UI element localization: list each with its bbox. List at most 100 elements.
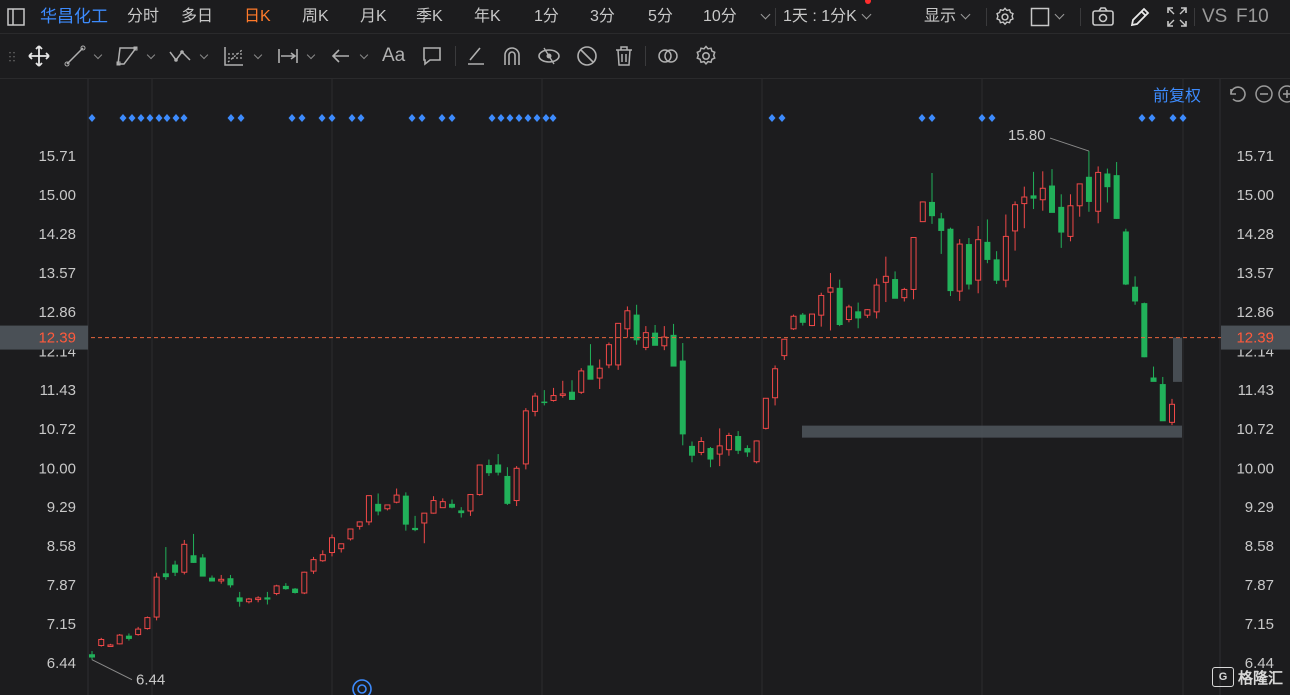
candle-body[interactable] — [550, 395, 557, 401]
candle-body[interactable] — [245, 598, 252, 603]
candle-body[interactable] — [338, 543, 345, 550]
undo-icon[interactable] — [1226, 84, 1246, 104]
candle-body[interactable] — [476, 464, 483, 496]
candle-body[interactable] — [615, 322, 622, 366]
candle-body[interactable] — [412, 527, 419, 531]
kline-chart-area[interactable]: 15.71 15.71 15.00 15.00 14.28 14.28 13.57 13.57… — [0, 79, 1290, 695]
drag-handle-icon[interactable] — [6, 50, 18, 74]
event-marker-icon[interactable] — [988, 114, 996, 122]
candle-body[interactable] — [1085, 176, 1092, 202]
event-marker-icon[interactable] — [928, 114, 936, 122]
candle-body[interactable] — [633, 314, 640, 341]
tab-5min[interactable]: 5分 — [648, 0, 673, 33]
display-menu[interactable]: 显示 — [924, 0, 971, 33]
candle-body[interactable] — [1030, 195, 1037, 199]
candle-body[interactable] — [513, 467, 520, 502]
candle-body[interactable] — [1076, 183, 1083, 207]
support-zone-bar[interactable] — [802, 425, 1182, 438]
candle-body[interactable] — [855, 311, 862, 319]
candle-body[interactable] — [273, 585, 280, 595]
candle-body[interactable] — [1104, 173, 1111, 188]
candle-body[interactable] — [209, 577, 215, 582]
event-marker-icon[interactable] — [524, 114, 532, 122]
candle-body[interactable] — [292, 588, 299, 593]
event-marker-icon[interactable] — [408, 114, 416, 122]
event-marker-icon[interactable] — [542, 114, 550, 122]
event-marker-icon[interactable] — [163, 114, 171, 122]
candle-body[interactable] — [965, 244, 972, 285]
target-icon[interactable] — [351, 678, 373, 695]
candle-body[interactable] — [532, 395, 539, 412]
candle-body[interactable] — [772, 368, 779, 399]
candle-body[interactable] — [1058, 206, 1065, 233]
gap-zone-bar[interactable] — [1173, 337, 1182, 382]
candle-body[interactable] — [781, 338, 788, 357]
candle-body[interactable] — [310, 559, 317, 572]
fib-tool-chevron-icon[interactable] — [253, 50, 263, 60]
event-marker-icon[interactable] — [778, 114, 786, 122]
candle-body[interactable] — [135, 628, 142, 636]
f10-button[interactable]: F10 — [1236, 0, 1269, 33]
candle-body[interactable] — [1113, 175, 1120, 219]
candle-body[interactable] — [762, 397, 769, 429]
event-marker-icon[interactable] — [488, 114, 496, 122]
eraser-tool-icon[interactable] — [464, 44, 488, 68]
tab-multi-day[interactable]: 多日 — [181, 0, 213, 33]
tab-intraday[interactable]: 分时 — [127, 0, 159, 33]
candle-body[interactable] — [956, 243, 963, 292]
candle-body[interactable] — [642, 332, 649, 348]
candle-body[interactable] — [578, 370, 585, 393]
tab-10min[interactable]: 10分 — [703, 0, 737, 33]
event-marker-icon[interactable] — [227, 114, 235, 122]
candle-body[interactable] — [1169, 403, 1175, 423]
candle-body[interactable] — [172, 564, 179, 573]
wave-tool-icon[interactable] — [168, 44, 192, 68]
tab-3min[interactable]: 3分 — [590, 0, 615, 33]
candle-body[interactable] — [495, 464, 502, 473]
candle-body[interactable] — [836, 287, 843, 325]
candle-body[interactable] — [799, 314, 806, 323]
candle-body[interactable] — [1067, 205, 1074, 237]
candle-body[interactable] — [504, 475, 511, 504]
candle-body[interactable] — [698, 440, 705, 453]
event-marker-icon[interactable] — [1169, 114, 1177, 122]
event-marker-icon[interactable] — [180, 114, 188, 122]
candle-body[interactable] — [587, 365, 594, 380]
candle-body[interactable] — [1122, 231, 1129, 285]
candle-body[interactable] — [199, 557, 206, 577]
event-marker-icon[interactable] — [497, 114, 505, 122]
candle-body[interactable] — [421, 512, 428, 524]
event-marker-icon[interactable] — [328, 114, 336, 122]
measure-tool-icon[interactable] — [276, 44, 300, 68]
candle-body[interactable] — [98, 638, 105, 646]
candle-body[interactable] — [365, 495, 372, 523]
candle-body[interactable] — [716, 445, 723, 455]
event-marker-icon[interactable] — [172, 114, 180, 122]
event-marker-icon[interactable] — [357, 114, 365, 122]
candle-body[interactable] — [236, 597, 243, 602]
channel-tool-icon[interactable] — [115, 44, 139, 68]
candle-body[interactable] — [144, 617, 151, 630]
hide-drawings-icon[interactable] — [575, 44, 599, 68]
measure-tool-chevron-icon[interactable] — [306, 50, 316, 60]
tab-monthly-k[interactable]: 月K — [360, 0, 387, 33]
trash-icon[interactable] — [612, 44, 636, 68]
compare-icon[interactable] — [656, 44, 680, 68]
show-drawings-icon[interactable] — [537, 44, 561, 68]
candle-body[interactable] — [125, 635, 132, 639]
candle-body[interactable] — [181, 543, 188, 573]
candle-body[interactable] — [430, 500, 437, 514]
candle-body[interactable] — [790, 315, 797, 330]
candle-body[interactable] — [901, 288, 908, 299]
candle-body[interactable] — [1150, 377, 1157, 382]
candle-body[interactable] — [652, 332, 659, 346]
period-select[interactable]: 1天 : 1分K — [783, 0, 872, 33]
candle-body[interactable] — [282, 585, 289, 590]
candle-body[interactable] — [984, 241, 991, 260]
candle-body[interactable] — [1021, 196, 1028, 205]
candle-body[interactable] — [1049, 185, 1055, 213]
event-marker-icon[interactable] — [155, 114, 163, 122]
candle-body[interactable] — [929, 201, 935, 217]
candle-body[interactable] — [624, 310, 631, 330]
event-marker-icon[interactable] — [1138, 114, 1146, 122]
